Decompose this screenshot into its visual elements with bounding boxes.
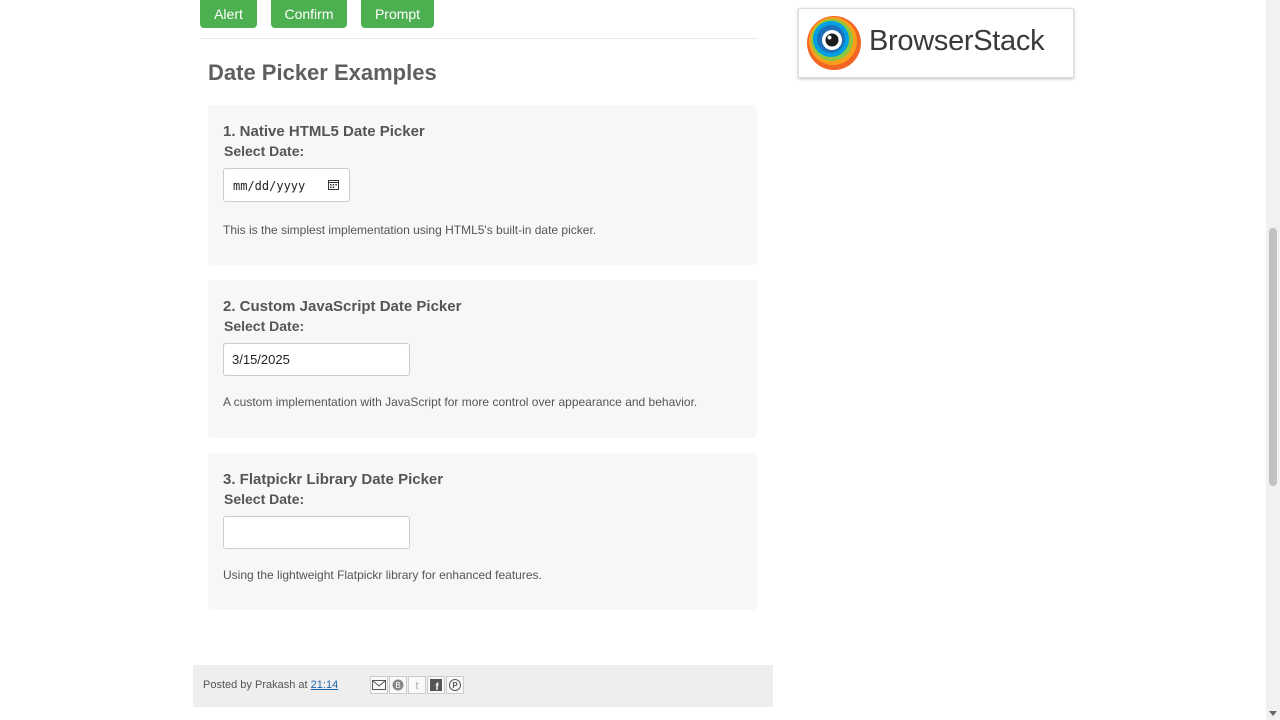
alert-button[interactable]: Alert: [200, 0, 257, 28]
card-title: 2. Custom JavaScript Date Picker: [223, 298, 462, 315]
flatpickr-date-input[interactable]: [223, 516, 410, 549]
browserstack-ad[interactable]: BrowserStack: [798, 8, 1074, 78]
page: Alert Confirm Prompt Date Picker Example…: [0, 0, 1280, 720]
card-description: Using the lightweight Flatpickr library …: [223, 568, 542, 582]
svg-text:P: P: [452, 681, 458, 690]
card-title: 3. Flatpickr Library Date Picker: [223, 471, 444, 488]
section-title: Date Picker Examples: [208, 60, 437, 85]
svg-text:t: t: [415, 680, 418, 691]
card-title: 1. Native HTML5 Date Picker: [223, 123, 425, 140]
browserstack-logo-icon: [807, 16, 861, 70]
date-placeholder: mm/dd/yyyy: [233, 179, 306, 193]
email-icon[interactable]: [370, 676, 388, 694]
select-date-label: Select Date:: [224, 491, 305, 507]
pinterest-icon[interactable]: P: [446, 676, 464, 694]
page-scrollbar[interactable]: [1266, 0, 1280, 720]
posted-by: Posted by Prakash at 21:14: [203, 679, 338, 691]
select-date-label: Select Date:: [224, 318, 305, 334]
native-date-picker-card: 1. Native HTML5 Date Picker Select Date:…: [208, 105, 757, 265]
flatpickr-date-picker-card: 3. Flatpickr Library Date Picker Select …: [208, 453, 757, 610]
card-description: This is the simplest implementation usin…: [223, 223, 597, 237]
blogger-icon[interactable]: B: [389, 676, 407, 694]
custom-js-date-picker-card: 2. Custom JavaScript Date Picker Select …: [208, 280, 757, 438]
author-name: Prakash: [254, 679, 296, 691]
select-date-label: Select Date:: [224, 143, 305, 159]
custom-date-input[interactable]: 3/15/2025: [223, 343, 410, 376]
post-footer: Posted by Prakash at 21:14 B t f P: [193, 665, 773, 707]
divider: [200, 38, 757, 39]
facebook-icon[interactable]: f: [427, 676, 445, 694]
prompt-button[interactable]: Prompt: [361, 0, 434, 28]
scroll-down-arrow-icon[interactable]: [1269, 711, 1277, 716]
twitter-icon[interactable]: t: [408, 676, 426, 694]
posted-at: at: [298, 679, 308, 691]
card-description: A custom implementation with JavaScript …: [223, 395, 698, 409]
native-date-input[interactable]: mm/dd/yyyy: [223, 168, 350, 202]
calendar-icon[interactable]: [328, 179, 339, 190]
browserstack-brand: BrowserStack: [869, 25, 1045, 57]
post-time-link[interactable]: 21:14: [311, 679, 339, 691]
scrollbar-thumb[interactable]: [1269, 228, 1277, 486]
svg-text:B: B: [395, 681, 400, 690]
posted-by-prefix: Posted by: [203, 679, 252, 691]
confirm-button[interactable]: Confirm: [271, 0, 347, 28]
